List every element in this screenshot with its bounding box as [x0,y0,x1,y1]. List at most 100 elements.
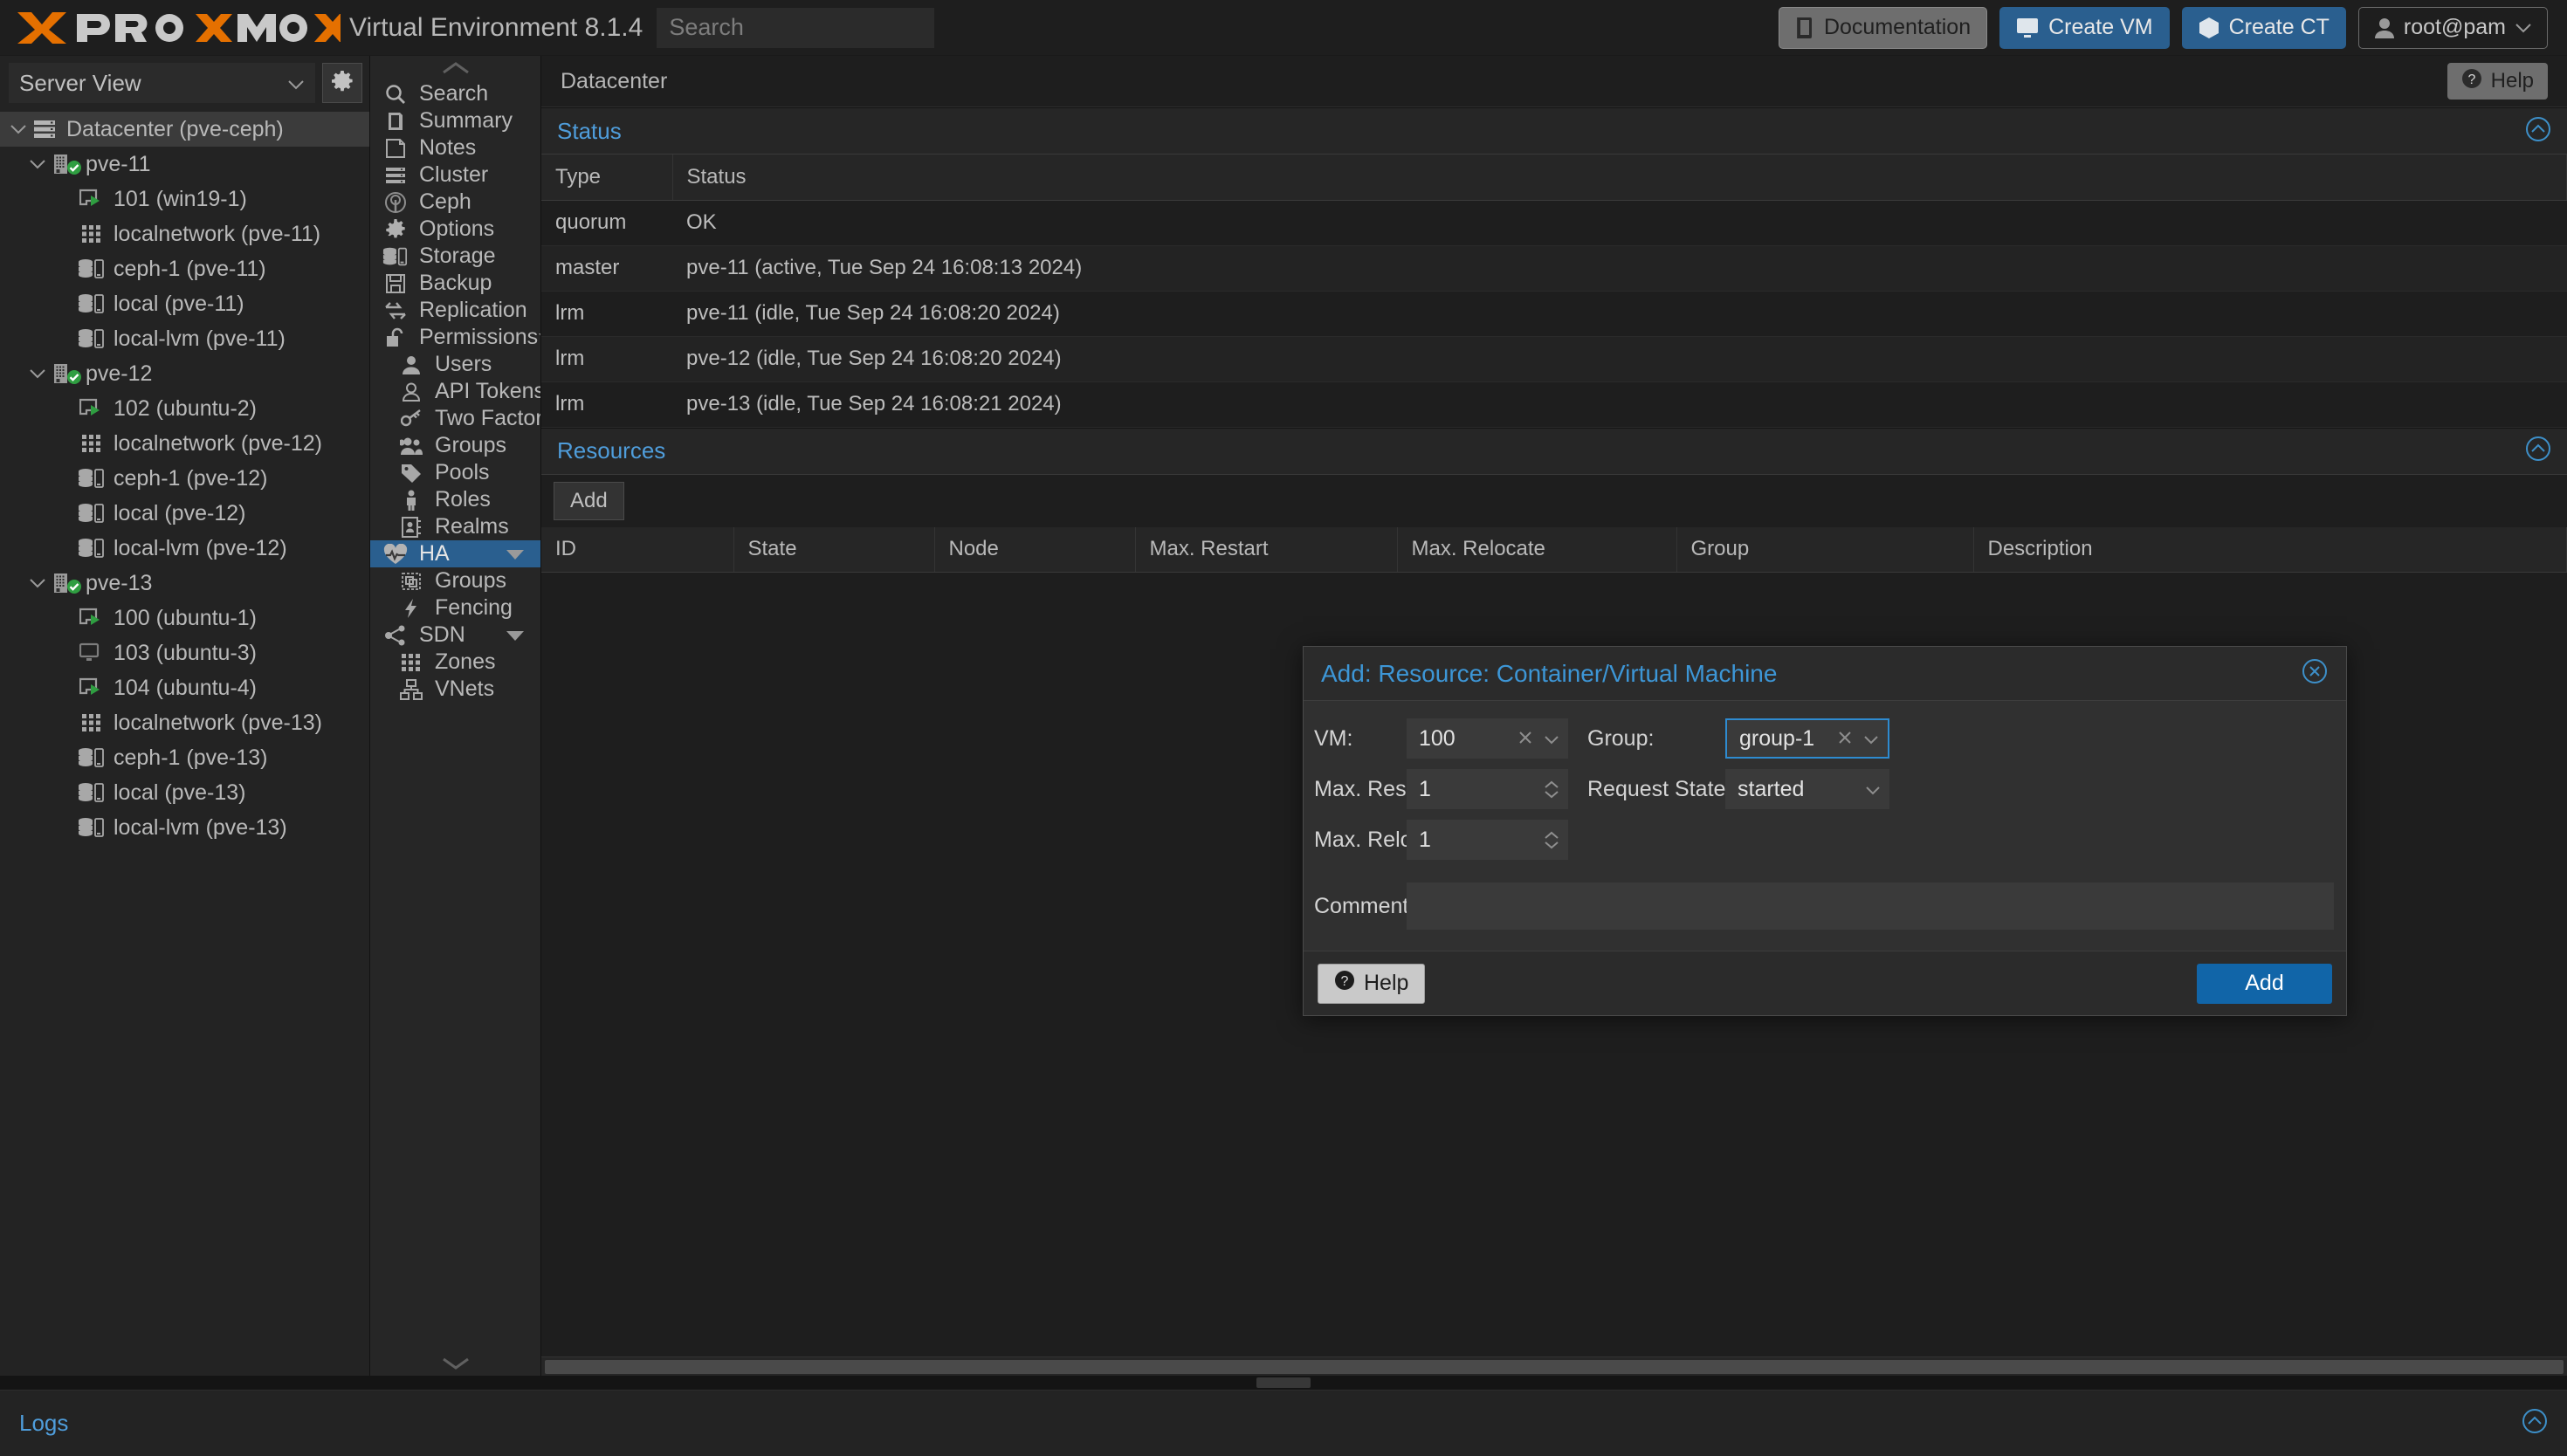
nav-scroll-up-button[interactable] [370,56,540,80]
tree-item[interactable]: 103 (ubuntu-3) [0,635,369,670]
comment-input[interactable] [1407,883,2334,930]
column-header[interactable]: Group [1676,526,1974,573]
column-header[interactable]: ID [541,526,734,573]
status-collapse-button[interactable] [2525,116,2551,147]
table-row[interactable]: lrm pve-11 (idle, Tue Sep 24 16:08:20 202… [541,291,2567,337]
chevron-down-icon[interactable] [1863,726,1879,752]
dialog-add-button[interactable]: Add [2197,963,2332,1004]
nav-item-realms[interactable]: Realms [370,513,540,540]
vm-combobox[interactable]: 100 [1407,718,1568,759]
global-search-input[interactable] [657,7,935,48]
nav-item-roles[interactable]: Roles [370,486,540,513]
tree-expander-icon[interactable] [7,124,30,135]
tree-item[interactable]: 100 (ubuntu-1) [0,601,369,635]
nav-item-storage[interactable]: Storage [370,243,540,270]
tree-expander-icon[interactable] [26,159,49,170]
request-state-select[interactable]: started [1725,769,1889,809]
nav-item-options[interactable]: Options [370,216,540,243]
caret-down-icon[interactable] [506,622,525,648]
nav-item-ha[interactable]: HA [370,540,540,567]
table-row[interactable]: lrm pve-12 (idle, Tue Sep 24 16:08:20 202… [541,336,2567,382]
nav-item-replication[interactable]: Replication [370,297,540,324]
panel-splitter[interactable] [0,1376,2567,1390]
chevron-down-icon[interactable] [1865,777,1881,802]
tree-item[interactable]: localnetwork (pve-13) [0,705,369,740]
tree-item[interactable]: local (pve-13) [0,775,369,810]
chevron-down-icon[interactable] [1544,726,1559,752]
tree-item[interactable]: ceph-1 (pve-13) [0,740,369,775]
nav-item-notes[interactable]: Notes [370,134,540,161]
help-button[interactable]: ? Help [2447,63,2548,100]
tree-item[interactable]: local (pve-11) [0,286,369,321]
tree-item[interactable]: pve-13 [0,566,369,601]
splitter-grip[interactable] [1256,1377,1311,1388]
tree-item[interactable]: 102 (ubuntu-2) [0,391,369,426]
tree-item[interactable]: localnetwork (pve-11) [0,216,369,251]
caret-down-icon[interactable] [538,325,540,350]
clear-x-icon[interactable] [1837,726,1853,752]
nav-item-fencing[interactable]: Fencing [370,594,540,622]
nav-item-sdn[interactable]: SDN [370,622,540,649]
tree-item[interactable]: localnetwork (pve-12) [0,426,369,461]
tree-expander-icon[interactable] [26,368,49,380]
tree-expander-icon[interactable] [26,578,49,589]
nav-item-users[interactable]: Users [370,351,540,378]
table-row[interactable]: quorum OK [541,200,2567,246]
tree-item[interactable]: local (pve-12) [0,496,369,531]
tree-item[interactable]: 101 (win19-1) [0,182,369,216]
logs-collapse-button[interactable] [2522,1408,2548,1439]
nav-item-backup[interactable]: Backup [370,270,540,297]
tree-item[interactable]: Datacenter (pve-ceph) [0,112,369,147]
dialog-help-button[interactable]: ? Help [1318,963,1426,1004]
max-restart-spinner[interactable]: 1 [1407,769,1568,809]
create-ct-button[interactable]: Create CT [2181,6,2346,49]
column-header[interactable]: Type [541,155,673,201]
column-header[interactable]: Description [1973,526,2567,573]
tree-item[interactable]: pve-12 [0,356,369,391]
nav-item-cluster[interactable]: Cluster [370,161,540,189]
table-row[interactable]: master pve-11 (active, Tue Sep 24 16:08:1… [541,245,2567,292]
column-header[interactable]: Max. Relocate [1397,526,1677,573]
tree-settings-button[interactable] [322,63,362,103]
close-icon[interactable] [2301,657,2329,690]
column-header[interactable]: Node [934,526,1136,573]
nav-item-pools[interactable]: Pools [370,459,540,486]
spinner-updown-icon[interactable] [1544,831,1559,849]
nav-item-ceph[interactable]: Ceph [370,189,540,216]
view-selector[interactable]: Server View [9,63,315,103]
table-row[interactable]: lrm pve-13 (idle, Tue Sep 24 16:08:21 202… [541,381,2567,428]
clear-x-icon[interactable] [1517,726,1533,752]
tree-item[interactable]: local-lvm (pve-11) [0,321,369,356]
nav-item-groups[interactable]: Groups [370,567,540,594]
tree-item[interactable]: local-lvm (pve-12) [0,531,369,566]
resources-add-button[interactable]: Add [554,481,624,520]
nav-item-groups[interactable]: Groups [370,432,540,459]
resources-collapse-button[interactable] [2525,436,2551,466]
horizontal-scrollbar[interactable] [541,1356,2567,1376]
column-header[interactable]: Status [672,155,2567,201]
documentation-button[interactable]: Documentation [1778,6,1988,49]
nav-item-search[interactable]: Search [370,80,540,107]
nav-item-vnets[interactable]: VNets [370,676,540,703]
spinner-updown-icon[interactable] [1544,780,1559,799]
tree-item[interactable]: local-lvm (pve-13) [0,810,369,845]
group-combobox[interactable]: group-1 [1725,718,1889,759]
tree-item[interactable]: ceph-1 (pve-11) [0,251,369,286]
scrollbar-thumb[interactable] [545,1359,2564,1374]
dialog-body: VM: 100 Group: group-1 Max. Restart: 1 R… [1304,701,2346,951]
user-menu-button[interactable]: root@pam [2357,6,2548,49]
tree-item[interactable]: 104 (ubuntu-4) [0,670,369,705]
create-vm-button[interactable]: Create VM [1999,6,2170,49]
column-header[interactable]: State [733,526,935,573]
nav-item-summary[interactable]: Summary [370,107,540,134]
nav-item-zones[interactable]: Zones [370,649,540,676]
nav-item-permissions[interactable]: Permissions [370,324,540,351]
nav-scroll-down-button[interactable] [370,1351,540,1376]
column-header[interactable]: Max. Restart [1135,526,1398,573]
max-relocate-spinner[interactable]: 1 [1407,820,1568,860]
tree-item[interactable]: pve-11 [0,147,369,182]
caret-down-icon[interactable] [506,541,525,567]
nav-item-two-factor[interactable]: Two Factor [370,405,540,432]
nav-item-api-tokens[interactable]: API Tokens [370,378,540,405]
tree-item[interactable]: ceph-1 (pve-12) [0,461,369,496]
